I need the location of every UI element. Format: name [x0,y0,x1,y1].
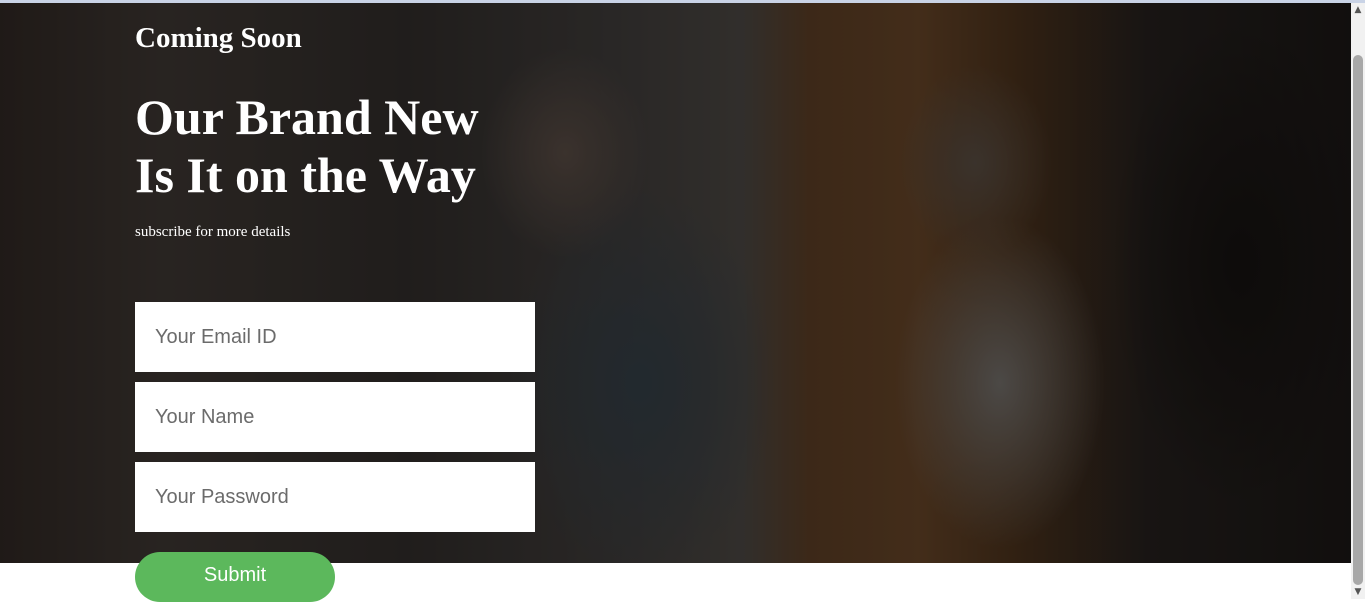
subscribe-subtitle: subscribe for more details [135,224,291,240]
vertical-scrollbar[interactable]: ▲ ▼ [1351,3,1365,599]
password-input[interactable] [135,462,535,532]
triangle-up-icon[interactable]: ▲ [1351,3,1365,17]
page-headline: Our Brand New Is It on the Way [135,88,479,204]
headline-line-2: Is It on the Way [135,147,476,203]
triangle-down-icon[interactable]: ▼ [1351,585,1365,599]
submit-button[interactable]: Submit [135,552,335,602]
scrollbar-thumb[interactable] [1353,55,1363,585]
name-input[interactable] [135,382,535,452]
email-input[interactable] [135,302,535,372]
headline-line-1: Our Brand New [135,89,479,145]
coming-soon-label: Coming Soon [135,22,302,54]
